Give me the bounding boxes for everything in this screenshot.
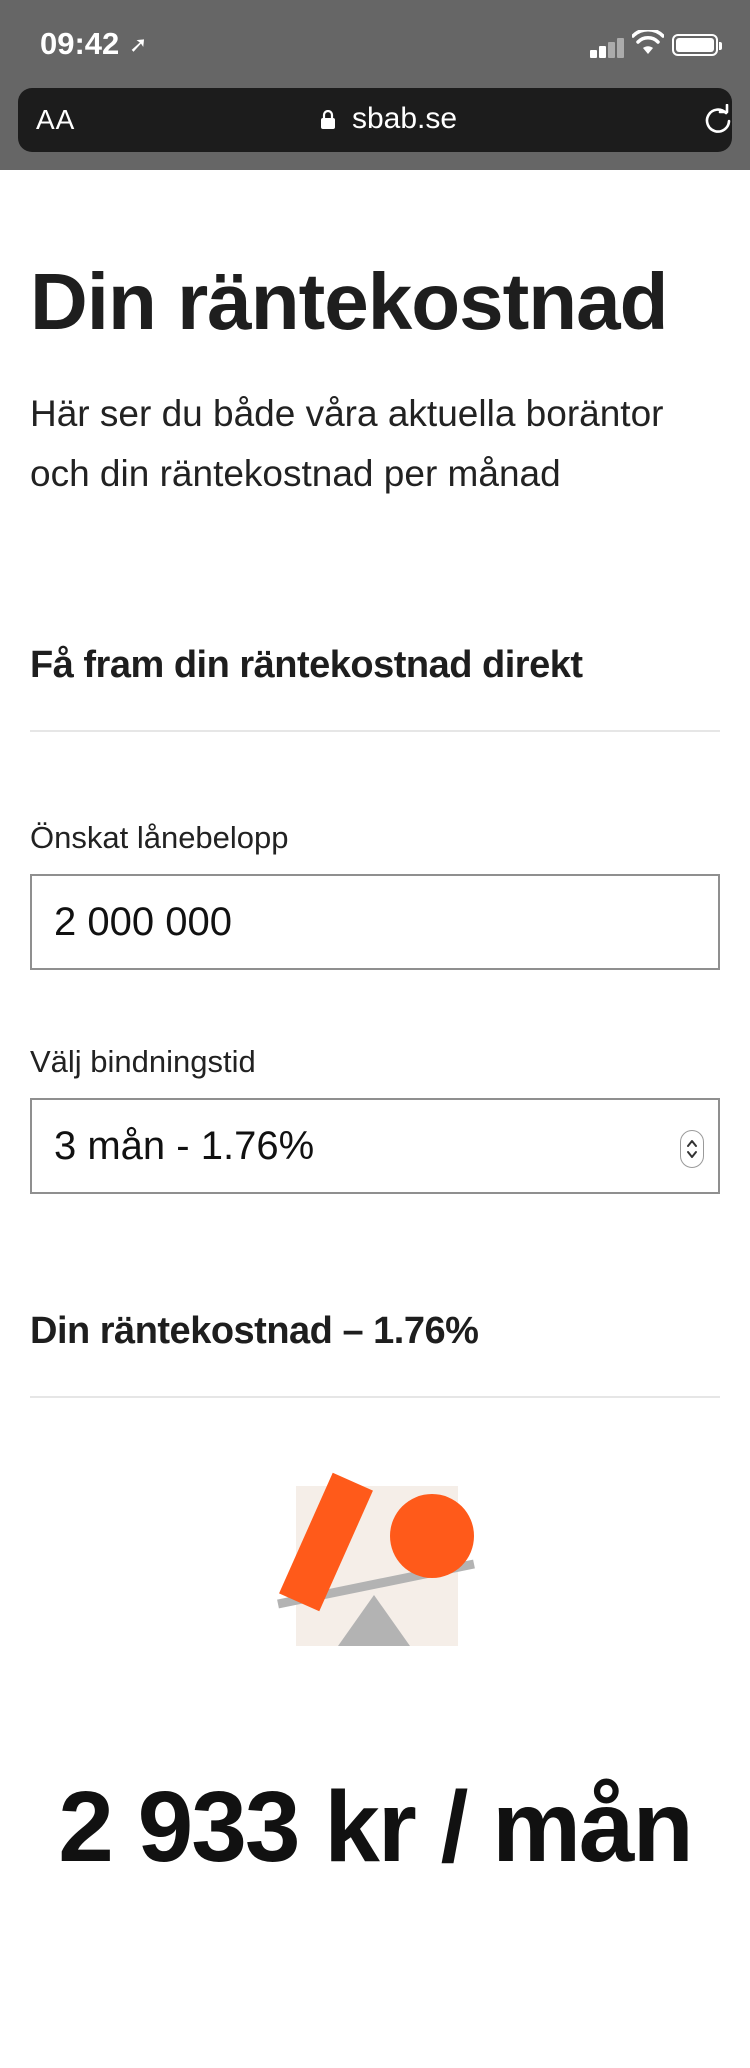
binding-period-select[interactable]: 3 mån - 1.76% bbox=[30, 1098, 720, 1194]
cellular-signal-icon bbox=[590, 36, 626, 58]
url-text[interactable]: sbab.se bbox=[352, 102, 457, 136]
location-arrow-icon: ➚ bbox=[129, 32, 148, 57]
monthly-cost-amount: 2 933 kr / mån bbox=[58, 1771, 694, 1883]
seesaw-illustration bbox=[277, 1472, 475, 1646]
select-arrows-icon bbox=[680, 1130, 704, 1168]
status-time: 09:42 bbox=[40, 26, 120, 61]
browser-chrome: 09:42 ➚ AA sbab.se bbox=[0, 0, 750, 170]
divider bbox=[30, 1396, 720, 1398]
divider bbox=[30, 730, 720, 732]
result-heading: Din räntekostnad – 1.76% bbox=[30, 1310, 479, 1352]
wifi-icon bbox=[632, 30, 664, 54]
loan-amount-label: Önskat lånebelopp bbox=[30, 820, 289, 855]
calculator-heading: Få fram din räntekostnad direkt bbox=[30, 644, 583, 686]
lock-icon bbox=[321, 110, 335, 129]
page-title: Din räntekostnad bbox=[30, 257, 668, 346]
intro-text: Här ser du både våra aktuella boräntor o… bbox=[30, 393, 664, 494]
loan-amount-input[interactable]: 2 000 000 bbox=[30, 874, 720, 970]
loan-amount-value: 2 000 000 bbox=[54, 900, 232, 944]
binding-period-value: 3 mån - 1.76% bbox=[54, 1124, 315, 1168]
reload-icon[interactable] bbox=[702, 104, 734, 136]
battery-icon bbox=[672, 34, 722, 56]
address-bar[interactable]: AA sbab.se bbox=[18, 88, 732, 152]
text-size-button[interactable]: AA bbox=[36, 104, 75, 136]
binding-period-label: Välj bindningstid bbox=[30, 1044, 256, 1079]
